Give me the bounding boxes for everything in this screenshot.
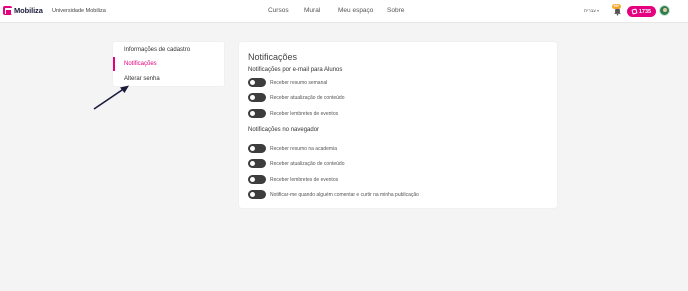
browser-toggle-row: Receber atualização de conteúdo [248,159,345,168]
toggle-switch[interactable] [248,190,266,199]
nav-item-mural[interactable]: Mural [304,7,320,14]
email-toggle-row: Receber resumo semanal [248,78,327,87]
email-toggle-row: Receber atualização de conteúdo [248,93,345,102]
top-bar: Mobiliza Universidade Mobiliza Cursos Mu… [0,0,688,23]
toggle-label: Receber atualização de conteúdo [270,160,345,167]
notifications-panel: Notificações Notificações por e-mail par… [239,42,557,208]
nav-item-sobre[interactable]: Sobre [387,7,404,14]
toggle-label: Receber lembretes de eventos [270,110,339,117]
browser-toggle-row: Notificar-me quando alguém comentar e cu… [248,190,419,199]
caret-down-icon[interactable]: ▾ [597,8,599,13]
sidebar-item-informacoes-cadastro[interactable]: Informações de cadastro [113,43,224,57]
sidebar-item-notificacoes[interactable]: Notificações [113,57,224,71]
points-value: 1735 [638,8,652,15]
toggle-switch[interactable] [248,93,266,102]
toggle-switch[interactable] [248,175,266,184]
toggle-switch[interactable] [248,159,266,168]
toggle-label: Receber resumo na academia [270,145,337,152]
points-button[interactable]: 1735 [627,6,656,17]
toggle-label: Receber resumo semanal [270,79,328,86]
toggle-label: Notificar-me quando alguém comentar e cu… [270,191,419,198]
notification-badge: 99+ [612,4,621,9]
toggle-label: Receber lembretes de eventos [270,176,339,183]
nav-item-meu-espaco[interactable]: Meu espaço [338,7,373,14]
browser-toggle-row: Receber lembretes de eventos [248,175,338,184]
toggle-label: Receber atualização de conteúdo [270,94,345,101]
toggle-switch[interactable] [248,78,266,87]
email-section-title: Notificações por e-mail para Alunos [248,67,343,73]
email-toggle-row: Receber lembretes de eventos [248,109,338,118]
browser-section-title: Notificações no navegador [248,127,320,133]
avatar[interactable] [659,5,670,16]
annotation-arrow [93,85,129,110]
toggle-switch[interactable] [248,109,266,118]
toggle-switch[interactable] [248,144,266,153]
language-selector[interactable]: עברית [584,8,596,13]
page-title: Notificações [248,52,298,62]
browser-toggle-row: Receber resumo na academia [248,144,337,153]
points-icon [631,8,638,15]
nav-item-cursos[interactable]: Cursos [268,7,289,14]
settings-sidebar: Informações de cadastro Notificações Alt… [113,42,224,86]
